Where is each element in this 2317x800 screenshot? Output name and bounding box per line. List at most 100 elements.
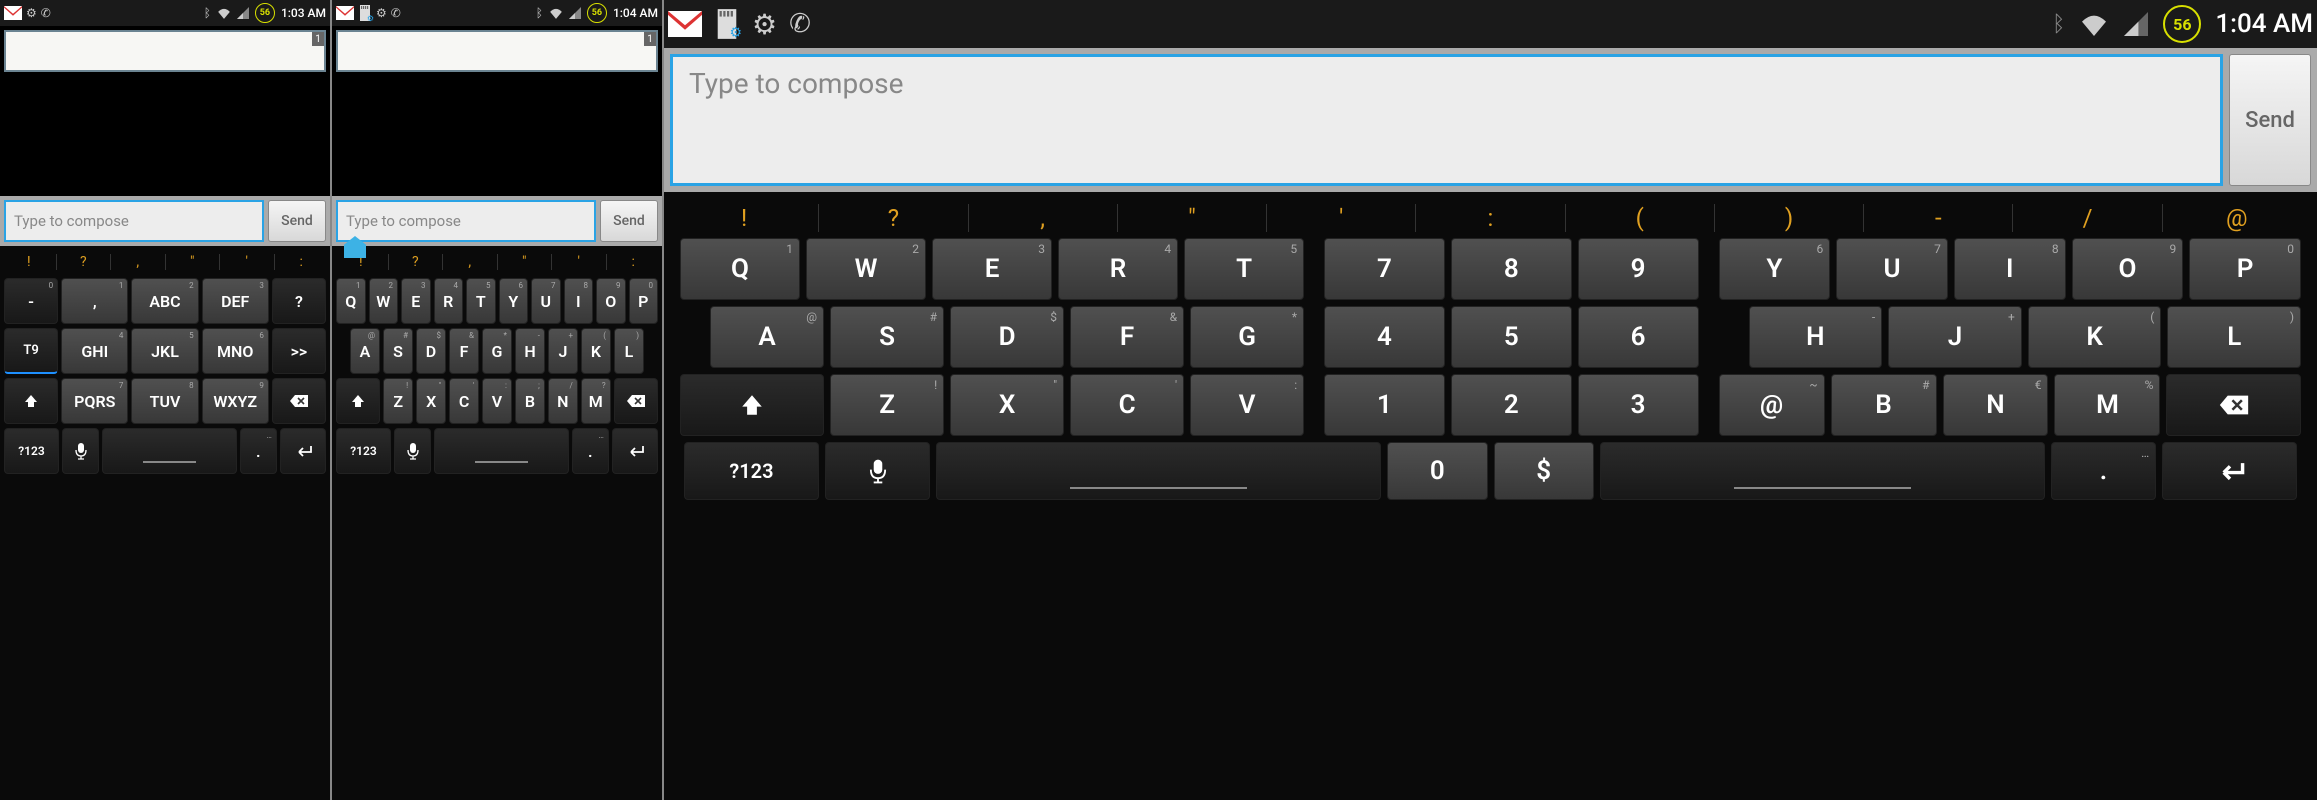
enter-key[interactable] [2162,442,2297,500]
key-pqrs[interactable]: PQRS7 [61,378,128,424]
mode-key[interactable]: ?123 [4,428,59,474]
compose-input[interactable]: Type to compose [336,200,596,242]
key-d[interactable]: D$ [416,328,446,374]
key-l[interactable]: L) [614,328,644,374]
key-,[interactable]: ,1 [61,278,128,324]
send-button[interactable]: Send [268,200,326,242]
shift-key[interactable] [336,378,380,424]
key-i[interactable]: I8 [1954,238,2066,300]
key-def[interactable]: DEF3 [202,278,269,324]
key-w[interactable]: W2 [806,238,926,300]
key-t[interactable]: T5 [1184,238,1304,300]
key-r[interactable]: R4 [434,278,464,324]
key-h[interactable]: H- [515,328,545,374]
key-i[interactable]: I8 [564,278,594,324]
mode-key[interactable]: ?123 [684,442,819,500]
enter-key[interactable] [280,428,326,474]
key-v[interactable]: V: [1190,374,1304,436]
space-key[interactable] [102,428,236,474]
key-tuv[interactable]: TUV8 [131,378,198,424]
recipient-field[interactable]: 1 [336,30,658,72]
period-key[interactable]: .… [2051,442,2156,500]
key-n[interactable]: N€ [1943,374,2049,436]
key-5[interactable]: 5 [1451,306,1572,368]
key-0[interactable]: 0 [1387,442,1487,500]
key-2[interactable]: 2 [1451,374,1572,436]
shift-key[interactable] [680,374,824,436]
key-c[interactable]: C' [449,378,479,424]
key-q[interactable]: Q1 [680,238,800,300]
key-b[interactable]: B# [1831,374,1937,436]
key-8[interactable]: 8 [1451,238,1572,300]
key-?[interactable]: ? [272,278,326,324]
key-q[interactable]: Q1 [336,278,366,324]
key-7[interactable]: 7 [1324,238,1445,300]
key-b[interactable]: B; [515,378,545,424]
recipient-field[interactable]: 1 [4,30,326,72]
key-4[interactable]: 4 [1324,306,1445,368]
key-u[interactable]: U7 [531,278,561,324]
key-n[interactable]: N/ [548,378,578,424]
space-key-2[interactable] [1600,442,2045,500]
key-jkl[interactable]: JKL5 [131,328,198,374]
key-m[interactable]: M% [2054,374,2160,436]
period-key[interactable]: .… [240,428,277,474]
key-s[interactable]: S# [383,328,413,374]
key-ghi[interactable]: GHI4 [61,328,128,374]
period-key[interactable]: .… [572,428,609,474]
key-9[interactable]: 9 [1578,238,1699,300]
key-p[interactable]: P0 [2189,238,2301,300]
key-a[interactable]: A@ [350,328,380,374]
key-abc[interactable]: ABC2 [131,278,198,324]
key-e[interactable]: E3 [401,278,431,324]
key-h[interactable]: H- [1749,306,1883,368]
key-r[interactable]: R4 [1058,238,1178,300]
key-s[interactable]: S# [830,306,944,368]
key-g[interactable]: G* [1190,306,1304,368]
mic-key[interactable] [62,428,99,474]
key-o[interactable]: O9 [2072,238,2184,300]
key-wxyz[interactable]: WXYZ9 [202,378,269,424]
send-button[interactable]: Send [600,200,658,242]
mic-key[interactable] [394,428,431,474]
key-c[interactable]: C' [1070,374,1184,436]
key-d[interactable]: D$ [950,306,1064,368]
key-o[interactable]: O9 [596,278,626,324]
key-$[interactable]: $ [1494,442,1594,500]
key-j[interactable]: J+ [1888,306,2022,368]
key--[interactable]: -0 [4,278,58,324]
key-t9[interactable]: T9 [4,328,58,374]
send-button[interactable]: Send [2229,54,2311,186]
key-mno[interactable]: MNO6 [202,328,269,374]
key-w[interactable]: W2 [369,278,399,324]
compose-input[interactable]: Type to compose [4,200,264,242]
enter-key[interactable] [612,428,658,474]
key-k[interactable]: K( [2028,306,2162,368]
key-y[interactable]: Y6 [1719,238,1831,300]
key-@[interactable]: @~ [1719,374,1825,436]
key-v[interactable]: V: [482,378,512,424]
key-m[interactable]: M? [581,378,611,424]
key-6[interactable]: 6 [1578,306,1699,368]
key-1[interactable]: 1 [1324,374,1445,436]
key-x[interactable]: X" [950,374,1064,436]
backspace-key[interactable] [272,378,326,424]
key-l[interactable]: L) [2167,306,2301,368]
space-key[interactable] [936,442,1381,500]
key-g[interactable]: G* [482,328,512,374]
key-f[interactable]: F& [1070,306,1184,368]
key-x[interactable]: X" [416,378,446,424]
backspace-key[interactable] [614,378,658,424]
key-k[interactable]: K( [581,328,611,374]
mode-key[interactable]: ?123 [336,428,391,474]
key->>[interactable]: >> [272,328,326,374]
cursor-handle-icon[interactable] [344,236,366,258]
key-z[interactable]: Z! [830,374,944,436]
mic-key[interactable] [825,442,930,500]
compose-input[interactable]: Type to compose [670,54,2223,186]
key-z[interactable]: Z! [383,378,413,424]
key-a[interactable]: A@ [710,306,824,368]
backspace-key[interactable] [2166,374,2301,436]
shift-key[interactable] [4,378,58,424]
key-p[interactable]: P0 [629,278,659,324]
